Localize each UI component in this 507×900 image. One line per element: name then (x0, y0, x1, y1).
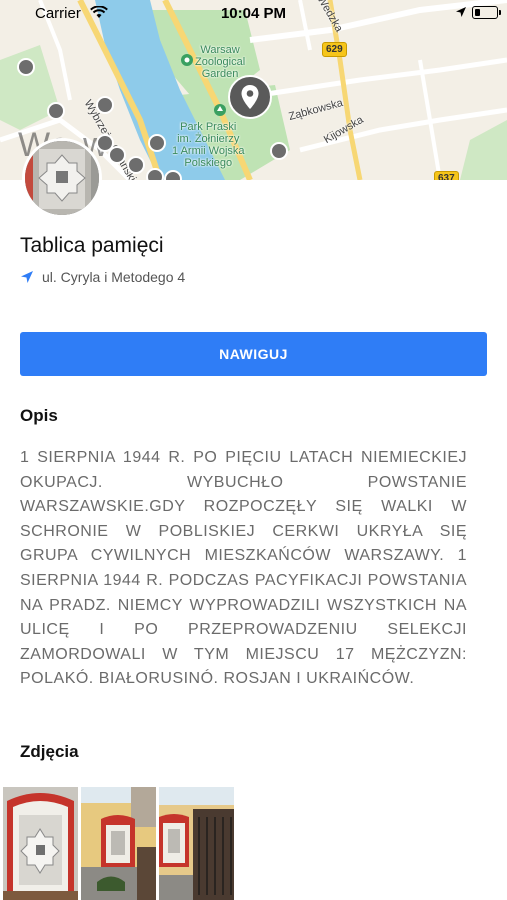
navigation-arrow-icon (21, 271, 33, 283)
road-badge-637: 637 (434, 171, 459, 180)
map-marker[interactable] (127, 156, 145, 174)
navigate-button[interactable]: NAWIGUJ (20, 332, 487, 376)
photo-gallery (3, 787, 234, 900)
zoo-poi-icon (181, 54, 193, 66)
battery-icon (472, 6, 501, 19)
road-badge-629: 629 (322, 42, 347, 57)
photo-thumbnail[interactable] (81, 787, 156, 900)
photo-thumbnail[interactable] (3, 787, 78, 900)
map-marker[interactable] (270, 142, 288, 160)
place-avatar (22, 138, 102, 218)
place-address: ul. Cyryla i Metodego 4 (42, 269, 186, 285)
description-text: 1 SIERPNIA 1944 R. PO PIĘCIU LATACH NIEM… (20, 449, 467, 688)
map-zoo-label: Warsaw Zoological Garden (195, 44, 246, 80)
selected-location-pin-icon[interactable] (228, 75, 272, 119)
map-park-label: Park Praski im. Żołnierzy 1 Armii Wojska… (172, 121, 245, 169)
photos-heading: Zdjęcia (20, 742, 79, 761)
map-marker[interactable] (108, 146, 126, 164)
status-bar: Carrier 10:04 PM (0, 0, 507, 28)
battery-level (475, 9, 480, 16)
map-marker[interactable] (17, 58, 35, 76)
address-row[interactable]: ul. Cyryla i Metodego 4 (20, 269, 185, 285)
place-title: Tablica pamięci (20, 234, 164, 257)
status-time: 10:04 PM (220, 5, 287, 22)
map-marker[interactable] (148, 134, 166, 152)
map-marker[interactable] (96, 96, 114, 114)
park-poi-icon (214, 104, 226, 116)
description-heading: Opis (20, 406, 58, 425)
map-marker[interactable] (47, 102, 65, 120)
map-marker[interactable] (146, 168, 164, 180)
photo-thumbnail[interactable] (159, 787, 234, 900)
location-services-icon (456, 7, 466, 17)
